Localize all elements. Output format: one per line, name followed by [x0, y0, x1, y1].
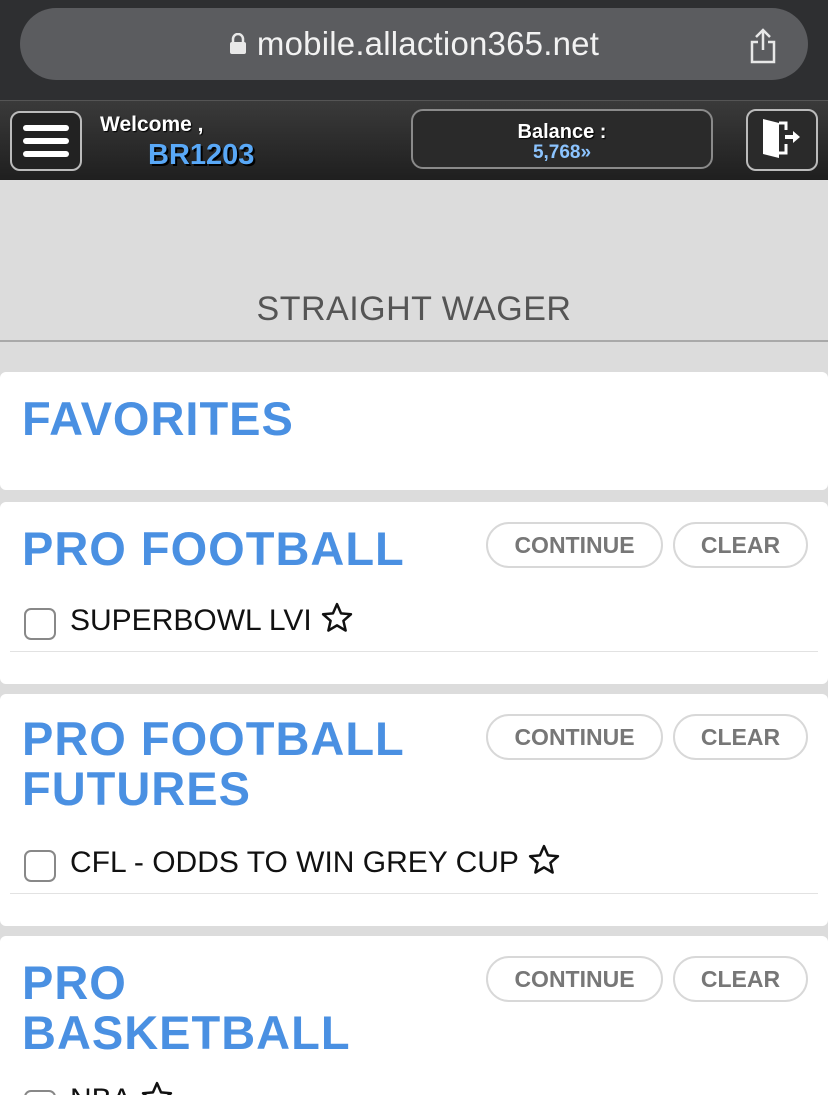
section-title-line: PRO — [22, 956, 127, 1009]
list-item-label: NBA — [70, 1081, 174, 1095]
star-outline-icon[interactable] — [320, 602, 354, 642]
favorites-section: FAVORITES — [0, 372, 828, 490]
clear-button[interactable]: CLEAR — [673, 522, 808, 568]
star-outline-icon[interactable] — [140, 1081, 174, 1095]
clear-button[interactable]: CLEAR — [673, 956, 808, 1002]
lock-icon — [229, 32, 247, 55]
list-item-text: NBA — [70, 1083, 132, 1095]
list-item-text: SUPERBOWL LVI — [70, 604, 312, 637]
hamburger-menu-icon-bar — [23, 138, 69, 144]
logout-button[interactable] — [746, 109, 818, 171]
balance-label: Balance : — [517, 121, 607, 143]
section-title-favorites[interactable]: FAVORITES — [22, 394, 294, 444]
url-text: mobile.allaction365.net — [256, 25, 600, 62]
username: BR1203 — [148, 139, 255, 171]
menu-button[interactable] — [10, 111, 82, 171]
section-title-pro-basketball[interactable]: PRO BASKETBALL — [22, 958, 351, 1058]
hamburger-menu-icon — [23, 125, 69, 131]
list-item[interactable]: CFL - ODDS TO WIN GREY CUP — [10, 836, 818, 894]
browser-toolbar: mobile.allaction365.net — [0, 0, 828, 100]
logout-door-icon — [759, 116, 805, 165]
welcome-label: Welcome , — [100, 113, 204, 136]
section-title-pro-football-futures[interactable]: PRO FOOTBALL FUTURES — [22, 714, 405, 814]
section-title-line: PRO FOOTBALL — [22, 712, 405, 765]
continue-button[interactable]: CONTINUE — [486, 714, 663, 760]
section-title-line: BASKETBALL — [22, 1006, 351, 1059]
clear-button[interactable]: CLEAR — [673, 714, 808, 760]
divider — [0, 340, 828, 342]
balance-button[interactable]: Balance : 5,768» — [411, 109, 713, 169]
list-item[interactable]: NBA — [10, 1076, 818, 1095]
list-item-text: CFL - ODDS TO WIN GREY CUP — [70, 846, 519, 879]
share-icon[interactable] — [748, 28, 778, 64]
pro-football-futures-section: PRO FOOTBALL FUTURES CONTINUE CLEAR CFL … — [0, 694, 828, 926]
continue-button[interactable]: CONTINUE — [486, 522, 663, 568]
list-item-label: SUPERBOWL LVI — [70, 602, 354, 642]
list-item[interactable]: SUPERBOWL LVI — [10, 594, 818, 652]
balance-value: 5,768» — [532, 142, 592, 163]
star-outline-icon[interactable] — [527, 844, 561, 884]
page-title: STRAIGHT WAGER — [256, 290, 572, 328]
pro-football-section: PRO FOOTBALL CONTINUE CLEAR SUPERBOWL LV… — [0, 502, 828, 684]
continue-button[interactable]: CONTINUE — [486, 956, 663, 1002]
league-checkbox[interactable] — [24, 608, 56, 640]
list-item-label: CFL - ODDS TO WIN GREY CUP — [70, 844, 561, 884]
address-bar-content: mobile.allaction365.net — [20, 8, 808, 80]
league-checkbox[interactable] — [24, 1090, 56, 1095]
app-header: Welcome , BR1203 Balance : 5,768» — [0, 100, 828, 180]
pro-basketball-section: PRO BASKETBALL CONTINUE CLEAR NBA — [0, 936, 828, 1095]
section-title-line: FUTURES — [22, 762, 251, 815]
league-checkbox[interactable] — [24, 850, 56, 882]
section-title-pro-football[interactable]: PRO FOOTBALL — [22, 524, 405, 574]
hamburger-menu-icon-bar — [23, 151, 69, 157]
address-bar[interactable]: mobile.allaction365.net — [20, 8, 808, 80]
